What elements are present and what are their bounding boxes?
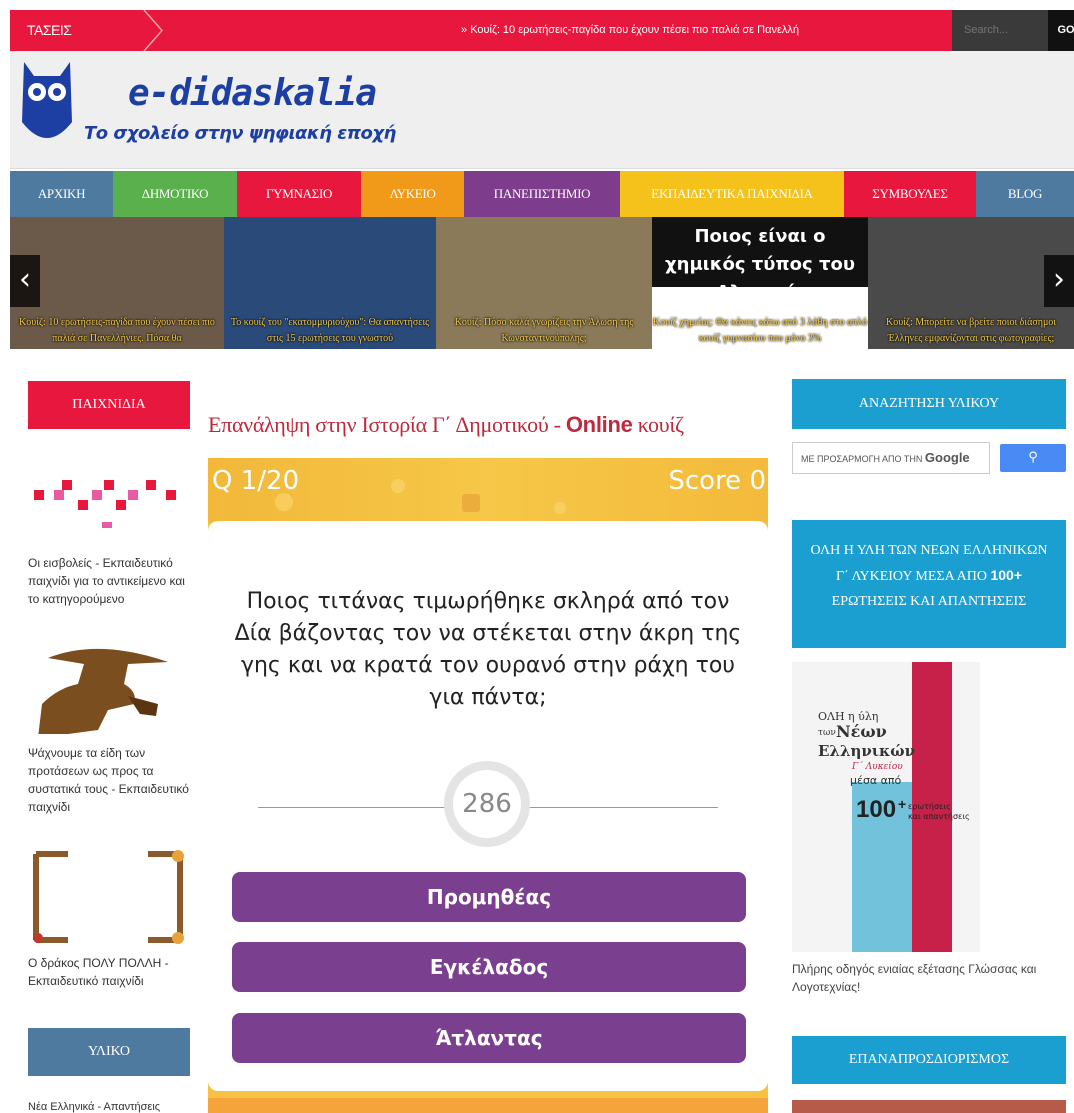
main-nav: ΑΡΧΙΚΗ ΔΗΜΟΤΙΚΟ ΓΥΜΝΑΣΙΟ ΛΥΚΕΙΟ ΠΑΝΕΠΙΣΤΗΜΙΟ… — [10, 171, 1074, 217]
quiz-title-text: Επανάληψη στην Ιστορία Γ΄ Δημοτικού - — [208, 412, 566, 437]
nav-item-5[interactable]: ΠΑΝΕΠΙΣΤΗΜΙΟ — [464, 171, 620, 217]
slide-caption: Κουίζ: Πόσο καλά γνωρίζεις την Άλωση της… — [454, 317, 634, 344]
game-link-dragon[interactable]: Ο δράκος ΠΟΛΥ ΠΟΛΛΗ - Εκπαιδευτικό παιχν… — [28, 954, 193, 990]
game-link-sentences[interactable]: Ψάχνουμε τα είδη των προτάσεων ως προς τ… — [28, 744, 193, 816]
answer-button-2[interactable]: Εγκέλαδος — [232, 942, 746, 992]
detective-game-image[interactable] — [28, 634, 186, 747]
quiz-footer-band — [208, 1098, 768, 1113]
google-search-button[interactable]: ⚲ — [1000, 444, 1066, 472]
answer-button-1[interactable]: Προμηθέας — [232, 872, 746, 922]
quiz-title-online: Online — [565, 412, 633, 437]
quiz-container: Q 1/20 Score 0 Ποιος τιτάνας τιμωρήθηκε … — [208, 458, 768, 1113]
timer-value: 286 — [453, 770, 521, 838]
slide-3[interactable]: Κουίζ: Πόσο καλά γνωρίζεις την Άλωση της… — [436, 217, 652, 349]
answer-button-3[interactable]: Άτλαντας — [232, 1013, 746, 1063]
book-line5: Γ΄ Λυκείου — [852, 762, 903, 772]
dragon-game-image[interactable] — [28, 848, 188, 951]
slide-1[interactable]: Κουίζ: 10 ερωτήσεις-παγίδα που έχουν πέσ… — [10, 217, 224, 349]
nav-item-8[interactable]: BLOG — [976, 171, 1074, 217]
book-tail1: ερωτήσεις — [908, 802, 951, 811]
nav-item-6[interactable]: ΕΚΠΑΙΔΕΥΤΙΚΑ ΠΑΙΧΝΙΔΙΑ — [620, 171, 844, 217]
redefine-widget-title: ΕΠΑΝΑΠΡΟΣΔΙΟΡΙΣΜΟΣ — [792, 1036, 1066, 1084]
question-counter: Q 1/20 — [212, 466, 300, 496]
quiz-title-suffix: κουίζ — [632, 412, 684, 437]
search-widget-title: ΑΝΑΖΗΤΗΣΗ ΥΛΙΚΟΥ — [792, 379, 1066, 429]
slide-2[interactable]: Το κουίζ του "εκατομμυριούχου": Θα απαντ… — [224, 217, 436, 349]
search-icon: ⚲ — [1028, 450, 1038, 465]
book-cover-image[interactable]: ΟΛΗ η ύλη των Νέων Ελληνικών Γ΄ Λυκείου … — [792, 662, 980, 952]
book-number: 100 — [856, 796, 897, 823]
material-link-first[interactable]: Νέα Ελληνικά - Απαντήσεις — [28, 1098, 193, 1113]
search-input[interactable] — [952, 10, 1048, 51]
redefine-widget-image[interactable] — [792, 1100, 1066, 1113]
google-brand: Google — [924, 450, 970, 465]
games-widget-title: ΠΑΙΧΝΙΔΙΑ — [28, 381, 190, 429]
score-display: Score 0 — [668, 466, 766, 496]
nav-item-2[interactable]: ΔΗΜΟΤΙΚΟ — [113, 171, 237, 217]
slide-caption: Κουίζ: Μπορείτε να βρείτε ποιοι διάσημοι… — [885, 317, 1056, 344]
logo-subtitle: Το σχολείο στην ψηφιακή εποχή — [84, 123, 396, 144]
slider-prev-button[interactable]: ‹ — [10, 255, 40, 307]
top-bar: ΤΑΣΕΙΣ » Κουίζ: 10 ερωτήσεις-παγίδα που … — [10, 10, 1074, 51]
featured-slider: Κουίζ: Μπορείτε να βρείτε ποιοι διάσημοι… — [10, 217, 1074, 349]
book-line3: Νέων — [836, 722, 887, 741]
nav-item-4[interactable]: ΛΥΚΕΙΟ — [361, 171, 464, 217]
promo-title-number: 100+ — [990, 567, 1023, 583]
owl-logo-icon[interactable] — [20, 62, 74, 153]
book-plus: + — [898, 796, 907, 812]
logo-title[interactable]: e-didaskalia — [128, 73, 377, 114]
go-button[interactable]: GO — [1048, 10, 1074, 51]
question-card: Ποιος τιτάνας τιμωρήθηκε σκληρά από τον … — [208, 521, 768, 1091]
site-header: e-didaskalia Το σχολείο στην ψηφιακή επο… — [10, 51, 1074, 169]
nav-item-1[interactable]: ΑΡΧΙΚΗ — [10, 171, 113, 217]
book-line2: των — [818, 728, 836, 738]
slide-headline: Ποιος είναι ο χημικός τύπος του Αλατιού; — [652, 217, 868, 303]
invaders-game-image[interactable] — [28, 472, 186, 541]
book-caption-link[interactable]: Πλήρης οδηγός ενιαίας εξέτασης Γλώσσας κ… — [792, 960, 1072, 996]
book-tail2: και απαντήσεις — [908, 812, 970, 821]
nav-item-3[interactable]: ΓΥΜΝΑΣΙΟ — [237, 171, 361, 217]
promo-widget-title: ΟΛΗ Η ΥΛΗ ΤΩΝ ΝΕΩΝ ΕΛΛΗΝΙΚΩΝ Γ΄ ΛΥΚΕΙΟΥ … — [792, 520, 1066, 648]
nav-item-7[interactable]: ΣΥΜΒΟΥΛΕΣ — [844, 171, 976, 217]
google-search-input[interactable]: ΜΕ ΠΡΟΣΑΡΜΟΓΗ ΑΠΟ ΤΗΝ Google — [792, 442, 990, 474]
google-search-prefix: ΜΕ ΠΡΟΣΑΡΜΟΓΗ ΑΠΟ ΤΗΝ — [801, 454, 923, 464]
news-ticker[interactable]: » Κουίζ: 10 ερωτήσεις-παγίδα που έχουν π… — [310, 10, 950, 51]
slider-next-button[interactable]: › — [1044, 255, 1074, 307]
slide-caption: Το κουίζ του "εκατομμυριούχου": Θα απαντ… — [230, 317, 430, 344]
slide-caption: Κουίζ: 10 ερωτήσεις-παγίδα που έχουν πέσ… — [19, 317, 215, 344]
countdown-timer: 286 — [444, 761, 530, 847]
game-link-invaders[interactable]: Οι εισβολείς - Εκπαιδευτικό παιχνίδι για… — [28, 554, 193, 608]
book-line4: Ελληνικών — [818, 742, 915, 760]
trending-label: ΤΑΣΕΙΣ — [27, 22, 72, 38]
slide-caption: Κουίζ χημείας: Θα κάνεις κάτω από 3 λάθη… — [652, 317, 868, 344]
book-line6: μέσα από — [850, 774, 902, 787]
material-widget-title: ΥΛΙΚΟ — [28, 1028, 190, 1076]
slide-4[interactable]: Ποιος είναι ο χημικός τύπος του Αλατιού;… — [652, 217, 868, 349]
question-text: Ποιος τιτάνας τιμωρήθηκε σκληρά από τον … — [234, 589, 742, 710]
quiz-title: Επανάληψη στην Ιστορία Γ΄ Δημοτικού - On… — [208, 412, 768, 438]
promo-title-part2: ΕΡΩΤΗΣΕΙΣ ΚΑΙ ΑΠΑΝΤΗΣΕΙΣ — [831, 594, 1027, 609]
